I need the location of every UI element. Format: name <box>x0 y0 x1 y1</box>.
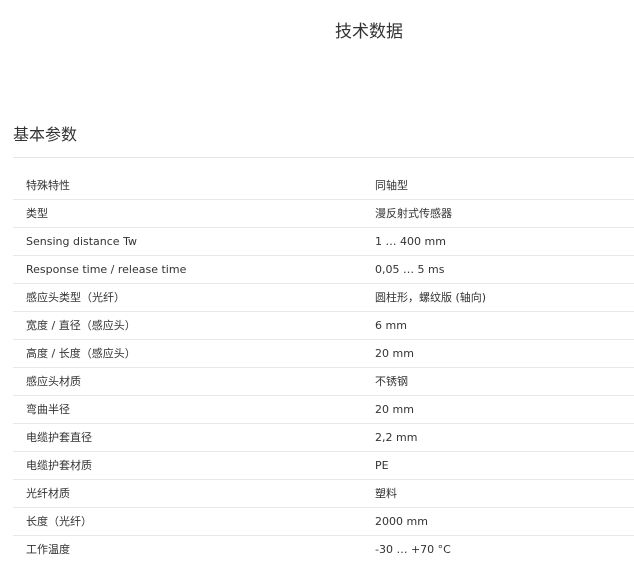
spec-value: PE <box>375 451 634 480</box>
page-title: 技术数据 <box>335 22 403 42</box>
spec-value: 6 mm <box>375 311 634 340</box>
spec-value: 圆柱形，螺纹版 (轴向) <box>375 283 634 312</box>
spec-table: 特殊特性 同轴型 类型 漫反射式传感器 Sensing distance Tw … <box>13 172 634 563</box>
table-row: 感应头材质 不锈钢 <box>13 367 634 396</box>
table-row: 电缆护套直径 2,2 mm <box>13 423 634 452</box>
spec-value: 20 mm <box>375 339 634 368</box>
spec-label: 电缆护套材质 <box>13 451 375 480</box>
table-row: 特殊特性 同轴型 <box>13 172 634 200</box>
spec-value: 不锈钢 <box>375 367 634 396</box>
spec-label: 感应头材质 <box>13 367 375 396</box>
spec-value: 0,05 … 5 ms <box>375 255 634 284</box>
table-row: 类型 漫反射式传感器 <box>13 199 634 228</box>
spec-label: 弯曲半径 <box>13 395 375 424</box>
spec-label: 宽度 / 直径（感应头） <box>13 311 375 340</box>
spec-label: 长度（光纤） <box>13 507 375 536</box>
spec-label: Response time / release time <box>13 255 375 284</box>
table-row: 宽度 / 直径（感应头） 6 mm <box>13 311 634 340</box>
spec-value: 塑料 <box>375 479 634 508</box>
table-row: 弯曲半径 20 mm <box>13 395 634 424</box>
table-row: Response time / release time 0,05 … 5 ms <box>13 255 634 284</box>
table-row: 电缆护套材质 PE <box>13 451 634 480</box>
table-row: 高度 / 长度（感应头） 20 mm <box>13 339 634 368</box>
table-row: 工作温度 -30 … +70 °C <box>13 536 634 564</box>
spec-label: 特殊特性 <box>13 172 375 200</box>
spec-value: 漫反射式传感器 <box>375 199 634 228</box>
spec-label: 光纤材质 <box>13 479 375 508</box>
section-divider <box>13 157 634 158</box>
spec-label: 电缆护套直径 <box>13 423 375 452</box>
spec-value: 2000 mm <box>375 507 634 536</box>
spec-value: 1 … 400 mm <box>375 227 634 256</box>
spec-value: -30 … +70 °C <box>375 543 451 556</box>
spec-label: 工作温度 <box>26 543 70 556</box>
table-row: 长度（光纤） 2000 mm <box>13 507 634 536</box>
spec-value: 2,2 mm <box>375 423 634 452</box>
table-row: 光纤材质 塑料 <box>13 479 634 508</box>
spec-label: 类型 <box>13 199 375 228</box>
spec-label: 感应头类型（光纤） <box>13 283 375 312</box>
spec-value: 同轴型 <box>375 172 634 200</box>
section-title: 基本参数 <box>13 125 78 144</box>
table-row: Sensing distance Tw 1 … 400 mm <box>13 227 634 256</box>
spec-value: 20 mm <box>375 395 634 424</box>
table-row: 感应头类型（光纤） 圆柱形，螺纹版 (轴向) <box>13 283 634 312</box>
spec-label: Sensing distance Tw <box>13 227 375 256</box>
spec-label: 高度 / 长度（感应头） <box>13 339 375 368</box>
